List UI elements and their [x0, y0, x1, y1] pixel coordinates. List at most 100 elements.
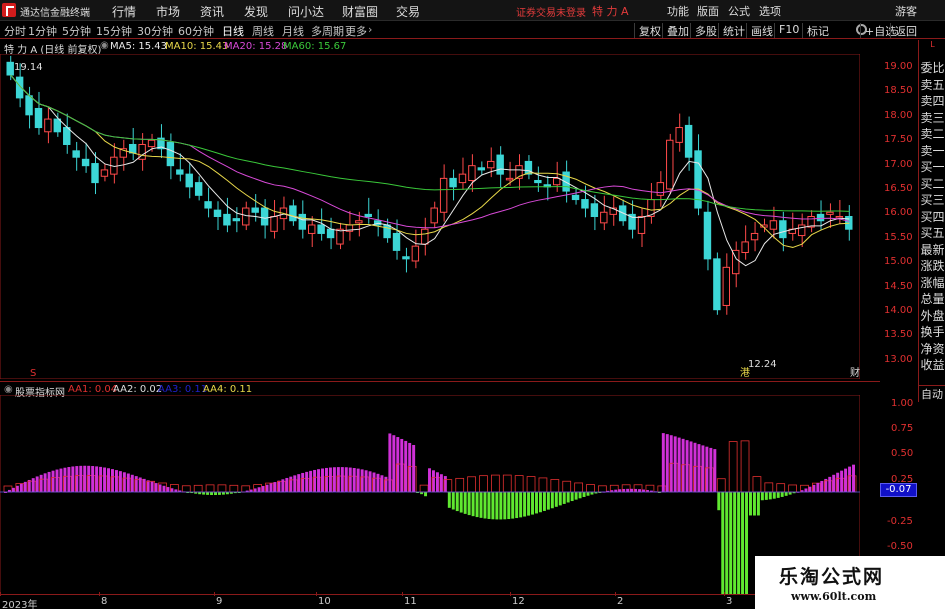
btn-fuquan[interactable]: 复权 — [634, 23, 665, 38]
tab-monthly[interactable]: 月线 — [282, 23, 304, 39]
indicator-current-value: -0.07 — [880, 483, 917, 497]
menu-faxian[interactable]: 发现 — [244, 3, 268, 20]
menu-gongshi[interactable]: 公式 — [728, 3, 750, 19]
tab-1min[interactable]: 1分钟 — [28, 23, 57, 39]
menu-hangqing[interactable]: 行情 — [112, 3, 136, 20]
ma10-line — [10, 74, 850, 248]
indicator-outline — [598, 485, 607, 493]
date-label: 9 — [216, 596, 223, 607]
indicator-outline — [716, 478, 726, 493]
sidebar-item[interactable]: 总量 — [920, 291, 945, 307]
btn-huaxian[interactable]: 画线 — [746, 23, 777, 38]
auto-button[interactable]: 自动 — [918, 385, 945, 401]
trade-login-notice[interactable]: 证券交易未登录 — [516, 4, 586, 19]
menu-shichang[interactable]: 市场 — [156, 3, 180, 20]
tab-more[interactable]: 更多 — [345, 23, 367, 39]
candle-down — [392, 232, 401, 251]
tab-weekly[interactable]: 周线 — [252, 23, 274, 39]
chevron-right-icon[interactable]: › — [368, 23, 372, 36]
indicator-outline — [514, 475, 524, 493]
indicator-bar — [356, 468, 360, 492]
tab-60min[interactable]: 60分钟 — [178, 23, 214, 39]
price-tick: 17.00 — [884, 158, 913, 170]
sidebar-item[interactable]: 卖四 — [920, 93, 945, 109]
indicator-bar — [764, 492, 768, 500]
indicator-bar — [321, 468, 324, 492]
sidebar-item[interactable]: 委比 — [920, 60, 945, 76]
indicator-bar — [396, 437, 400, 492]
tab-15min[interactable]: 15分钟 — [96, 23, 132, 39]
indicator-outline — [574, 482, 583, 493]
indicator-bar — [705, 446, 709, 492]
sidebar-item[interactable]: 收益 — [920, 357, 945, 373]
indicator-bar — [388, 433, 392, 492]
indicator-bar — [626, 488, 630, 492]
indicator-chart[interactable] — [0, 395, 860, 595]
sidebar-item[interactable]: 买五 — [920, 225, 945, 241]
legend-toggle-icon[interactable]: ◉ — [100, 40, 109, 51]
btn-diejia[interactable]: 叠加 — [662, 23, 693, 38]
indicator-bar — [634, 488, 638, 492]
sidebar-item[interactable]: 最新 — [920, 242, 945, 258]
sidebar-item[interactable]: 买四 — [920, 209, 945, 225]
menu-wenxiaoda[interactable]: 问小达 — [288, 3, 324, 20]
tab-5min[interactable]: 5分钟 — [62, 23, 91, 39]
date-tick — [402, 592, 403, 596]
indicator-bar — [253, 488, 257, 492]
sidebar-item[interactable]: 买三 — [920, 192, 945, 208]
btn-duogu[interactable]: 多股 — [690, 23, 721, 38]
guest-user[interactable]: 游客 — [895, 3, 917, 19]
indicator-bar — [550, 492, 554, 509]
sidebar-item[interactable]: 卖三 — [920, 110, 945, 126]
indicator-tick: -0.50 — [887, 541, 913, 552]
sidebar-item[interactable]: 买一 — [920, 159, 945, 175]
price-tick: 18.00 — [884, 109, 913, 121]
candlestick-chart[interactable]: 19.14 12.24港 财系 S — [0, 54, 860, 379]
candle-up — [355, 220, 363, 224]
sidebar-item[interactable]: 卖五 — [920, 77, 945, 93]
sidebar-item[interactable]: 卖二 — [920, 126, 945, 142]
btn-tongji[interactable]: 统计 — [718, 23, 749, 38]
menu-caifuquan[interactable]: 财富圈 — [342, 3, 378, 20]
sidebar-item[interactable]: 净资 — [920, 341, 945, 357]
btn-biaoji[interactable]: 标记 — [802, 23, 833, 38]
date-tick — [615, 592, 616, 596]
indicator-bar — [154, 483, 158, 492]
price-tick: 15.00 — [884, 256, 913, 268]
sidebar-item[interactable]: 涨幅 — [920, 275, 945, 291]
indicator-bar — [673, 436, 677, 492]
sidebar-item[interactable]: 买二 — [920, 176, 945, 192]
indicator-bar — [844, 468, 848, 492]
indicator-bar — [578, 492, 582, 499]
tab-multi-period[interactable]: 多周期 — [311, 23, 344, 39]
sidebar-item[interactable]: 卖一 — [920, 143, 945, 159]
menu-gongneng[interactable]: 功能 — [667, 3, 689, 19]
indicator-bar — [562, 492, 566, 504]
aa2-value: AA2: 0.02 — [113, 384, 163, 395]
indicator-bar — [122, 472, 126, 492]
price-tick: 13.00 — [884, 353, 913, 365]
menu-zixun[interactable]: 资讯 — [200, 3, 224, 20]
btn-back[interactable]: 返回 — [890, 23, 921, 38]
tab-fenshi[interactable]: 分时 — [4, 23, 26, 39]
btn-f10[interactable]: F10 — [774, 23, 803, 38]
candle-down — [684, 124, 693, 158]
menu-jiaoyi[interactable]: 交易 — [396, 3, 420, 20]
candle-down — [477, 167, 486, 171]
sidebar-item[interactable]: 外盘 — [920, 308, 945, 324]
tab-30min[interactable]: 30分钟 — [137, 23, 173, 39]
indicator-bar — [43, 473, 47, 492]
indicator-toggle-icon[interactable]: ◉ — [4, 384, 13, 395]
indicator-bar — [519, 492, 523, 518]
indicator-bar — [332, 467, 336, 492]
sidebar-item[interactable]: 涨跌 — [920, 258, 945, 274]
candle-down — [166, 141, 175, 167]
tab-daily[interactable]: 日线 — [222, 23, 244, 39]
price-tick: 16.50 — [884, 183, 913, 194]
menu-xuanxiang[interactable]: 选项 — [759, 3, 781, 19]
indicator-bar — [582, 492, 586, 497]
top-menu-bar: 通达信金融终端 行情 市场 资讯 发现 问小达 财富圈 交易 证券交易未登录 特… — [0, 0, 945, 21]
menu-banmian[interactable]: 版面 — [697, 3, 719, 19]
sidebar-item[interactable]: 换手 — [920, 324, 945, 340]
indicator-bar — [340, 467, 344, 492]
